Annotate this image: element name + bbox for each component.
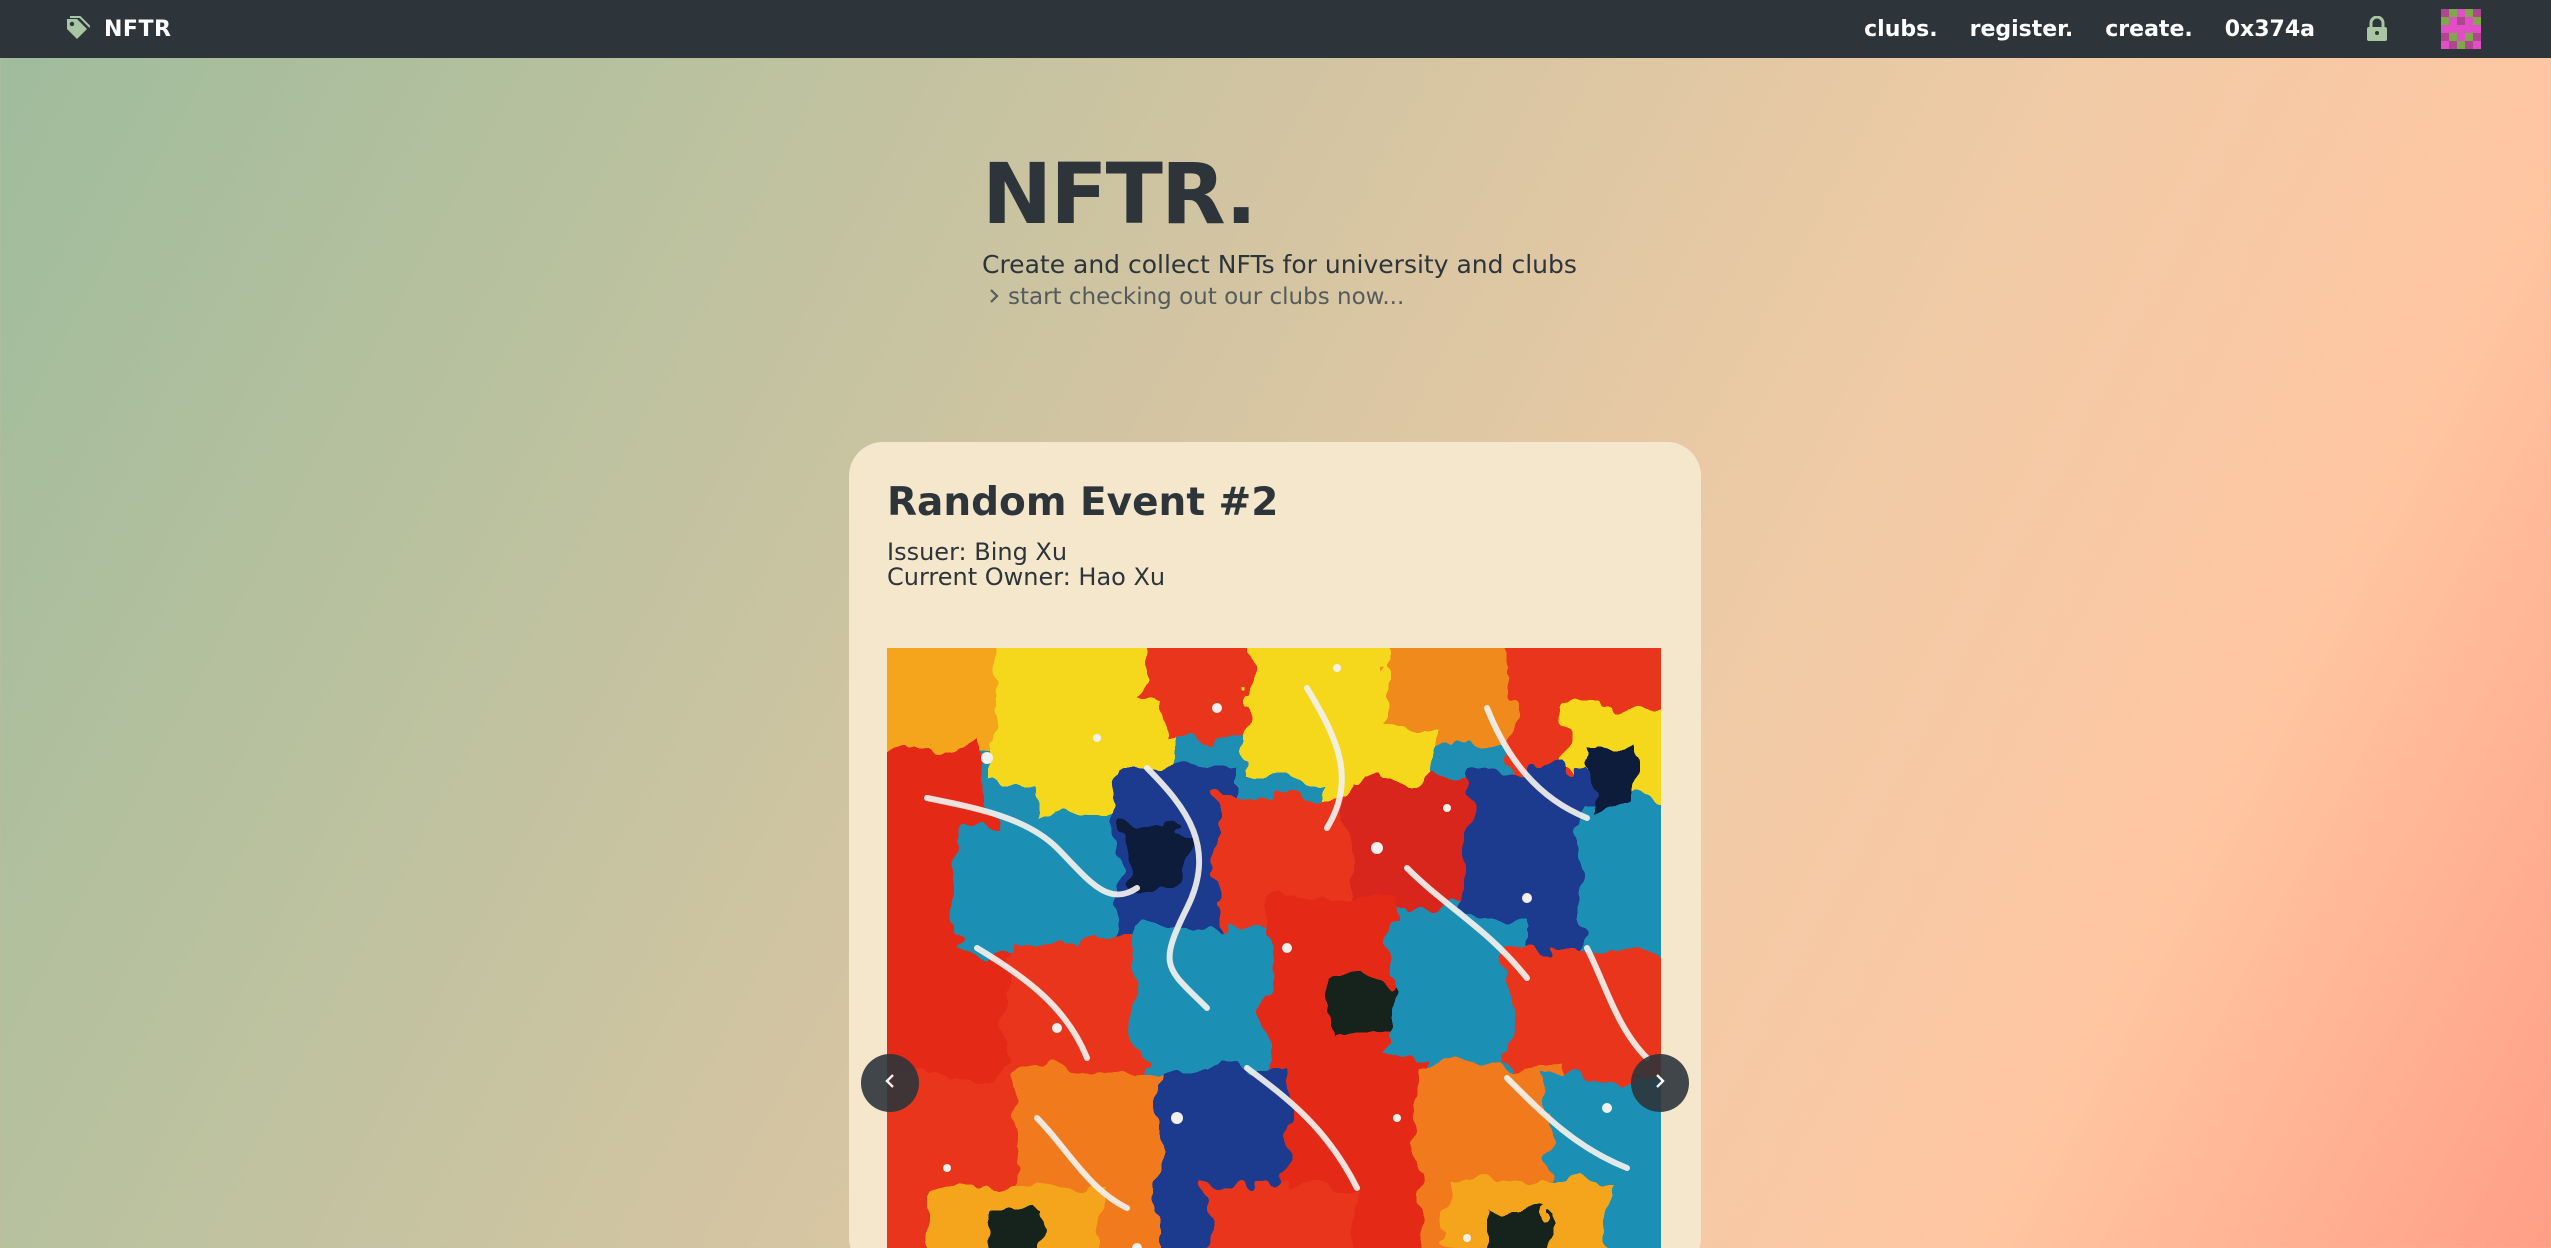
nav-link-create[interactable]: create. [2105, 17, 2192, 42]
nft-issuer: Issuer: Bing Xu [887, 538, 1068, 566]
nav-link-register[interactable]: register. [1970, 17, 2074, 42]
chevron-right-icon [988, 284, 1000, 310]
tag-icon [64, 16, 90, 42]
hero-section: NFTR. Create and collect NFTs for univer… [982, 152, 1682, 310]
carousel-prev-button[interactable] [861, 1054, 919, 1112]
brand-logo-link[interactable]: NFTR [64, 0, 171, 58]
identicon-avatar[interactable] [2441, 9, 2481, 49]
nft-owner: Current Owner: Hao Xu [887, 563, 1166, 591]
nft-meta: Issuer: Bing Xu Current Owner: Hao Xu [887, 540, 1165, 590]
nft-title: Random Event #2 [887, 480, 1279, 525]
clubs-cta-link[interactable]: start checking out our clubs now... [988, 284, 1682, 310]
chevron-left-icon [883, 1072, 897, 1094]
wallet-address[interactable]: 0x374a [2225, 17, 2315, 42]
nav-link-clubs[interactable]: clubs. [1864, 17, 1937, 42]
carousel-next-button[interactable] [1631, 1054, 1689, 1112]
nav-menu: clubs. register. create. 0x374a [1864, 0, 2481, 58]
abstract-paint-artwork [887, 648, 1661, 1248]
chevron-right-icon [1653, 1072, 1667, 1094]
clubs-cta-text: start checking out our clubs now... [1008, 284, 1405, 310]
hero-title: NFTR. [982, 145, 1257, 243]
top-navbar: NFTR clubs. register. create. 0x374a [0, 0, 2551, 58]
nft-card: Random Event #2 Issuer: Bing Xu Current … [849, 442, 1701, 1248]
brand-name: NFTR [104, 16, 172, 42]
hero-subtitle: Create and collect NFTs for university a… [982, 250, 1577, 279]
lock-icon[interactable] [2365, 15, 2389, 42]
